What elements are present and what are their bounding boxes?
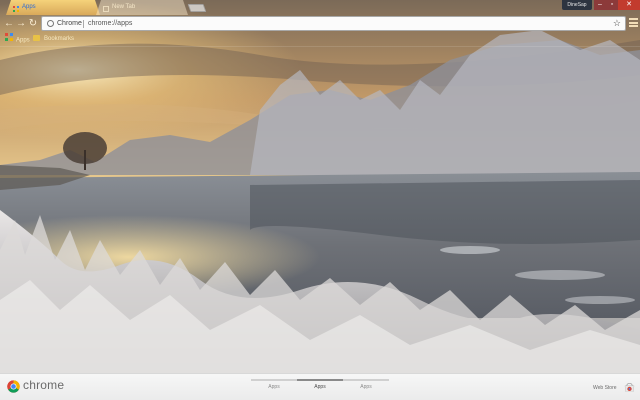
page-indicator-bar <box>297 379 343 381</box>
page-label: Apps <box>314 384 326 390</box>
page-switcher-apps-3[interactable]: Apps <box>343 374 389 400</box>
bookmark-label: Bookmarks <box>44 36 75 42</box>
ntp-bottom-bar: chrome Apps Apps Apps Web Store <box>0 373 640 400</box>
tab-apps[interactable]: Apps <box>6 0 100 15</box>
bookmarks-bar: Apps Bookmarks <box>0 33 640 46</box>
bookmark-apps[interactable]: Apps <box>5 33 30 46</box>
omnibox-separator <box>83 20 84 28</box>
page-indicator-bar <box>343 379 389 381</box>
page-label: Apps <box>268 384 280 390</box>
omnibox[interactable]: Chrome chrome://apps ☆ <box>41 16 626 31</box>
tab-label: New Tab <box>112 4 136 10</box>
page-switcher-apps-1[interactable]: Apps <box>251 374 297 400</box>
new-tab-button[interactable] <box>187 4 207 12</box>
theme-background-image <box>0 0 640 400</box>
back-arrow-icon[interactable]: ← <box>3 18 15 30</box>
page-indicator-bar <box>251 379 297 381</box>
tab-label: Apps <box>22 4 36 10</box>
url-text[interactable]: chrome://apps <box>88 17 132 30</box>
web-store-icon[interactable] <box>624 383 635 392</box>
minimize-icon[interactable]: – <box>594 0 606 10</box>
chrome-logo-icon <box>7 380 20 393</box>
apps-grid-icon <box>5 33 13 47</box>
maximize-icon[interactable]: ▫ <box>606 0 618 10</box>
web-store-link[interactable]: Web Store <box>593 385 617 391</box>
browser-window: Apps New Tab DineSap – ▫ ✕ ← → ↻ Chrome … <box>0 0 640 400</box>
page-icon <box>103 4 109 12</box>
star-icon[interactable]: ☆ <box>613 17 621 30</box>
hamburger-menu-icon[interactable] <box>629 18 638 28</box>
toolbar-divider <box>0 46 640 47</box>
page-label: Apps <box>360 384 372 390</box>
tab-strip: Apps New Tab DineSap – ▫ ✕ <box>0 0 640 15</box>
folder-icon <box>33 35 40 42</box>
close-icon[interactable]: ✕ <box>618 0 640 10</box>
apps-grid-icon <box>13 4 19 12</box>
page-switcher-apps-2[interactable]: Apps <box>297 374 343 400</box>
omnibox-chip: Chrome <box>57 20 82 27</box>
forward-arrow-icon[interactable]: → <box>15 18 27 30</box>
tab-new-tab[interactable]: New Tab <box>96 0 188 15</box>
bookmark-label: Apps <box>16 37 30 44</box>
reload-icon[interactable]: ↻ <box>27 18 39 30</box>
chrome-page-icon <box>47 20 54 27</box>
profile-name-badge[interactable]: DineSap <box>562 0 592 10</box>
bookmark-folder[interactable]: Bookmarks <box>33 33 74 46</box>
chrome-wordmark: chrome <box>23 378 65 392</box>
